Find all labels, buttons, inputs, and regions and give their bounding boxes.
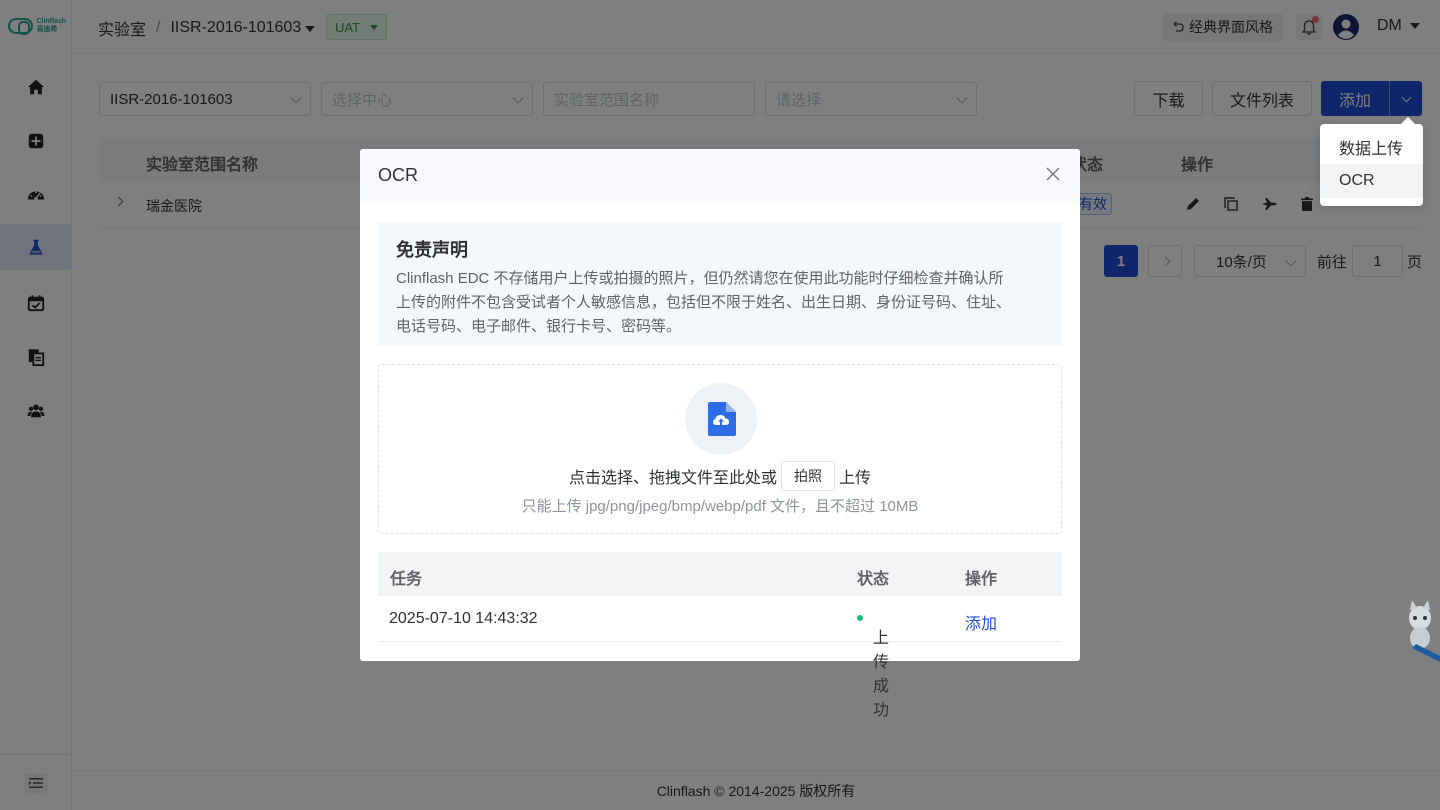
task-add-link[interactable]: 添加 [965, 610, 997, 634]
upload-dropzone[interactable]: 点击选择、拖拽文件至此处或 拍照 上传 只能上传 jpg/png/jpeg/bm… [378, 364, 1062, 534]
disclaimer-line-3: 电话号码、电子邮件、银行卡号、密码等。 [396, 318, 682, 335]
disclaimer-title: 免责声明 [396, 240, 468, 260]
table-row: 2025-07-10 14:43:32 上传成功 添加 [378, 596, 1062, 719]
ocr-dialog: OCR 免责声明 Clinflash EDC 不存储用户上传或拍摄的照片，但仍然… [360, 149, 1080, 719]
task-time: 2025-07-10 14:43:32 [389, 610, 538, 627]
col-task: 任务 [390, 571, 423, 588]
disclaimer-line-1: Clinflash EDC 不存储用户上传或拍摄的照片，但仍然请您在使用此功能时… [396, 270, 1004, 287]
menu-item-ocr[interactable]: OCR [1320, 164, 1423, 198]
upload-text-after: 上传 [839, 470, 872, 487]
task-status: 上传成功 [857, 610, 889, 719]
success-dot-icon [857, 614, 863, 621]
upload-hint: 只能上传 jpg/png/jpeg/bmp/webp/pdf 文件，且不超过 1… [521, 498, 919, 515]
take-photo-button[interactable]: 拍照 [781, 461, 835, 491]
close-icon[interactable] [1046, 167, 1060, 181]
col-task-ops: 操作 [965, 571, 998, 588]
mascot-icon[interactable] [1400, 598, 1440, 662]
dialog-header: OCR [360, 149, 1080, 203]
col-task-status: 状态 [857, 571, 890, 588]
disclaimer-box: 免责声明 Clinflash EDC 不存储用户上传或拍摄的照片，但仍然请您在使… [378, 222, 1062, 346]
upload-icon-wrap [685, 383, 757, 455]
add-dropdown-menu: 数据上传 OCR [1320, 124, 1423, 206]
menu-item-data-upload[interactable]: 数据上传 [1320, 130, 1423, 164]
upload-text-before: 点击选择、拖拽文件至此处或 [568, 470, 777, 487]
task-table-header: 任务 状态 操作 [378, 552, 1062, 596]
dialog-title: OCR [378, 165, 418, 185]
disclaimer-line-2: 上传的附件不包含受试者个人敏感信息，包括但不限于姓名、出生日期、身份证号码、住址… [396, 294, 1012, 311]
file-upload-icon [708, 402, 736, 436]
